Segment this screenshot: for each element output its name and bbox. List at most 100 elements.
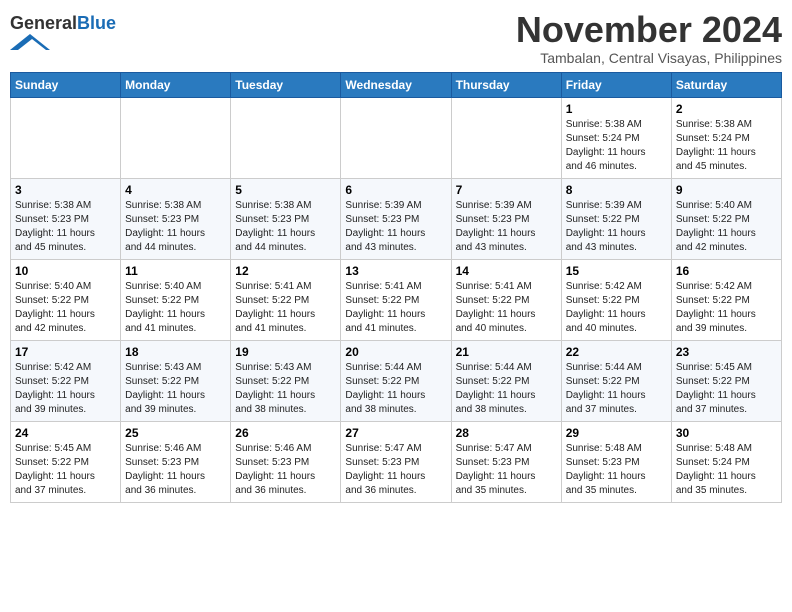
calendar-week-row: 10 Sunrise: 5:40 AM Sunset: 5:22 PM Dayli… xyxy=(11,259,782,340)
day-number: 30 xyxy=(676,426,777,440)
calendar-cell: 2Sunrise: 5:38 AM Sunset: 5:24 PM Daylig… xyxy=(671,97,781,178)
day-info: Sunrise: 5:38 AM Sunset: 5:23 PM Dayligh… xyxy=(125,199,226,255)
calendar-cell: 13Sunrise: 5:41 AM Sunset: 5:22 PM Dayli… xyxy=(341,259,451,340)
calendar-cell: 14 Sunrise: 5:41 AM Sunset: 5:22 PM Dayli… xyxy=(451,259,561,340)
calendar-cell: 26 Sunrise: 5:46 AM Sunset: 5:23 PM Dayli… xyxy=(231,421,341,502)
logo-icon xyxy=(10,34,50,50)
day-number: 19 xyxy=(235,345,336,359)
day-number: 21 xyxy=(456,345,557,359)
day-info: Sunrise: 5:40 AM Sunset: 5:22 PM Dayligh… xyxy=(125,280,226,336)
calendar-cell: 23 Sunrise: 5:45 AM Sunset: 5:22 PM Dayli… xyxy=(671,340,781,421)
calendar-table: SundayMondayTuesdayWednesdayThursdayFrid… xyxy=(10,72,782,503)
calendar-cell: 10 Sunrise: 5:40 AM Sunset: 5:22 PM Dayli… xyxy=(11,259,121,340)
day-info: Sunrise: 5:45 AM Sunset: 5:22 PM Dayligh… xyxy=(15,442,116,498)
day-info: Sunrise: 5:48 AM Sunset: 5:24 PM Dayligh… xyxy=(676,442,777,498)
calendar-cell: 21 Sunrise: 5:44 AM Sunset: 5:22 PM Dayli… xyxy=(451,340,561,421)
day-number: 7 xyxy=(456,183,557,197)
day-number: 24 xyxy=(15,426,116,440)
calendar-cell xyxy=(231,97,341,178)
day-info: Sunrise: 5:38 AM Sunset: 5:23 PM Dayligh… xyxy=(15,199,116,255)
day-info: Sunrise: 5:40 AM Sunset: 5:22 PM Dayligh… xyxy=(676,199,777,255)
calendar-cell xyxy=(341,97,451,178)
day-number: 2 xyxy=(676,102,777,116)
calendar-cell: 30 Sunrise: 5:48 AM Sunset: 5:24 PM Dayli… xyxy=(671,421,781,502)
day-info: Sunrise: 5:38 AM Sunset: 5:24 PM Dayligh… xyxy=(566,118,667,174)
calendar-cell: 29 Sunrise: 5:48 AM Sunset: 5:23 PM Dayli… xyxy=(561,421,671,502)
calendar-cell: 18 Sunrise: 5:43 AM Sunset: 5:22 PM Dayli… xyxy=(121,340,231,421)
day-info: Sunrise: 5:40 AM Sunset: 5:22 PM Dayligh… xyxy=(15,280,116,336)
calendar-cell xyxy=(451,97,561,178)
day-info: Sunrise: 5:39 AM Sunset: 5:23 PM Dayligh… xyxy=(345,199,446,255)
calendar-cell: 16 Sunrise: 5:42 AM Sunset: 5:22 PM Dayli… xyxy=(671,259,781,340)
calendar-cell: 19 Sunrise: 5:43 AM Sunset: 5:22 PM Dayli… xyxy=(231,340,341,421)
day-number: 15 xyxy=(566,264,667,278)
calendar-cell: 12 Sunrise: 5:41 AM Sunset: 5:22 PM Dayli… xyxy=(231,259,341,340)
day-info: Sunrise: 5:43 AM Sunset: 5:22 PM Dayligh… xyxy=(125,361,226,417)
day-number: 12 xyxy=(235,264,336,278)
day-number: 5 xyxy=(235,183,336,197)
day-number: 3 xyxy=(15,183,116,197)
day-info: Sunrise: 5:47 AM Sunset: 5:23 PM Dayligh… xyxy=(456,442,557,498)
logo: GeneralBlue xyxy=(10,14,116,55)
day-info: Sunrise: 5:42 AM Sunset: 5:22 PM Dayligh… xyxy=(676,280,777,336)
calendar-cell xyxy=(11,97,121,178)
calendar-cell: 4Sunrise: 5:38 AM Sunset: 5:23 PM Daylig… xyxy=(121,178,231,259)
day-number: 16 xyxy=(676,264,777,278)
calendar-cell: 28Sunrise: 5:47 AM Sunset: 5:23 PM Dayli… xyxy=(451,421,561,502)
day-number: 23 xyxy=(676,345,777,359)
day-number: 27 xyxy=(345,426,446,440)
day-number: 18 xyxy=(125,345,226,359)
calendar-cell: 5 Sunrise: 5:38 AM Sunset: 5:23 PM Daylig… xyxy=(231,178,341,259)
day-info: Sunrise: 5:47 AM Sunset: 5:23 PM Dayligh… xyxy=(345,442,446,498)
month-title: November 2024 xyxy=(516,10,782,50)
day-number: 25 xyxy=(125,426,226,440)
logo-general-text: General xyxy=(10,13,77,33)
day-number: 17 xyxy=(15,345,116,359)
calendar-cell xyxy=(121,97,231,178)
calendar-cell: 15Sunrise: 5:42 AM Sunset: 5:22 PM Dayli… xyxy=(561,259,671,340)
day-number: 11 xyxy=(125,264,226,278)
day-info: Sunrise: 5:43 AM Sunset: 5:22 PM Dayligh… xyxy=(235,361,336,417)
day-info: Sunrise: 5:44 AM Sunset: 5:22 PM Dayligh… xyxy=(566,361,667,417)
weekday-header-wednesday: Wednesday xyxy=(341,72,451,97)
day-info: Sunrise: 5:45 AM Sunset: 5:22 PM Dayligh… xyxy=(676,361,777,417)
day-info: Sunrise: 5:46 AM Sunset: 5:23 PM Dayligh… xyxy=(235,442,336,498)
day-info: Sunrise: 5:39 AM Sunset: 5:23 PM Dayligh… xyxy=(456,199,557,255)
day-number: 9 xyxy=(676,183,777,197)
day-number: 6 xyxy=(345,183,446,197)
day-info: Sunrise: 5:44 AM Sunset: 5:22 PM Dayligh… xyxy=(345,361,446,417)
day-number: 10 xyxy=(15,264,116,278)
calendar-cell: 11 Sunrise: 5:40 AM Sunset: 5:22 PM Dayli… xyxy=(121,259,231,340)
calendar-cell: 17 Sunrise: 5:42 AM Sunset: 5:22 PM Dayli… xyxy=(11,340,121,421)
weekday-header-friday: Friday xyxy=(561,72,671,97)
weekday-header-monday: Monday xyxy=(121,72,231,97)
calendar-cell: 24 Sunrise: 5:45 AM Sunset: 5:22 PM Dayli… xyxy=(11,421,121,502)
calendar-cell: 3 Sunrise: 5:38 AM Sunset: 5:23 PM Daylig… xyxy=(11,178,121,259)
day-number: 29 xyxy=(566,426,667,440)
day-info: Sunrise: 5:41 AM Sunset: 5:22 PM Dayligh… xyxy=(456,280,557,336)
calendar-cell: 7 Sunrise: 5:39 AM Sunset: 5:23 PM Daylig… xyxy=(451,178,561,259)
day-number: 26 xyxy=(235,426,336,440)
calendar-cell: 6 Sunrise: 5:39 AM Sunset: 5:23 PM Daylig… xyxy=(341,178,451,259)
day-number: 1 xyxy=(566,102,667,116)
day-info: Sunrise: 5:38 AM Sunset: 5:23 PM Dayligh… xyxy=(235,199,336,255)
day-number: 14 xyxy=(456,264,557,278)
calendar-week-row: 17 Sunrise: 5:42 AM Sunset: 5:22 PM Dayli… xyxy=(11,340,782,421)
calendar-cell: 27 Sunrise: 5:47 AM Sunset: 5:23 PM Dayli… xyxy=(341,421,451,502)
calendar-week-row: 1 Sunrise: 5:38 AM Sunset: 5:24 PM Daylig… xyxy=(11,97,782,178)
calendar-week-row: 3 Sunrise: 5:38 AM Sunset: 5:23 PM Daylig… xyxy=(11,178,782,259)
weekday-header-thursday: Thursday xyxy=(451,72,561,97)
weekday-header-row: SundayMondayTuesdayWednesdayThursdayFrid… xyxy=(11,72,782,97)
day-info: Sunrise: 5:46 AM Sunset: 5:23 PM Dayligh… xyxy=(125,442,226,498)
day-info: Sunrise: 5:44 AM Sunset: 5:22 PM Dayligh… xyxy=(456,361,557,417)
day-info: Sunrise: 5:41 AM Sunset: 5:22 PM Dayligh… xyxy=(235,280,336,336)
calendar-cell: 8Sunrise: 5:39 AM Sunset: 5:22 PM Daylig… xyxy=(561,178,671,259)
day-info: Sunrise: 5:39 AM Sunset: 5:22 PM Dayligh… xyxy=(566,199,667,255)
calendar-cell: 22 Sunrise: 5:44 AM Sunset: 5:22 PM Dayli… xyxy=(561,340,671,421)
weekday-header-saturday: Saturday xyxy=(671,72,781,97)
calendar-cell: 20Sunrise: 5:44 AM Sunset: 5:22 PM Dayli… xyxy=(341,340,451,421)
weekday-header-tuesday: Tuesday xyxy=(231,72,341,97)
day-info: Sunrise: 5:48 AM Sunset: 5:23 PM Dayligh… xyxy=(566,442,667,498)
day-info: Sunrise: 5:42 AM Sunset: 5:22 PM Dayligh… xyxy=(15,361,116,417)
day-number: 22 xyxy=(566,345,667,359)
